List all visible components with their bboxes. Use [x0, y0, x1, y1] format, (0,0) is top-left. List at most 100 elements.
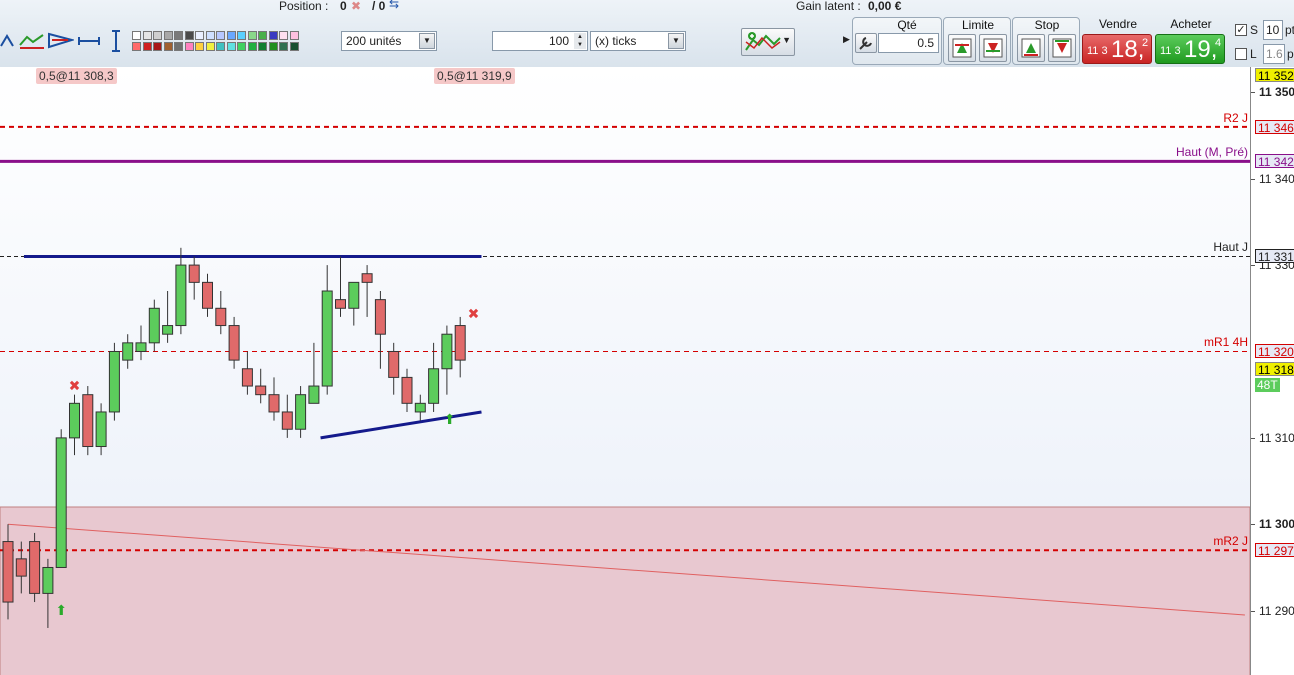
zigzag-tool-icon[interactable] [19, 31, 45, 49]
vertical-measure-icon[interactable] [110, 30, 122, 52]
sell-button[interactable]: 11 3 18, 2 [1082, 34, 1152, 64]
candle [335, 299, 346, 309]
axis-tick [1251, 610, 1255, 612]
candle [15, 558, 27, 577]
axis-tick [1251, 524, 1255, 526]
candle [441, 333, 453, 370]
chevron-down-icon[interactable]: ▼ [419, 33, 435, 49]
axis-tick-label: 11 310 [1259, 430, 1294, 445]
sell-price-sup: 2 [1142, 37, 1149, 49]
indicator-chart-icon [745, 32, 781, 51]
candle [135, 342, 147, 352]
units-select-value: 200 unités [346, 34, 402, 48]
chevron-down-icon[interactable]: ▼ [782, 35, 791, 45]
order-label[interactable]: 0,5@11 308,3 [36, 68, 117, 84]
level-label: R2 J [1223, 110, 1248, 125]
candle [241, 368, 253, 387]
level-label: mR2 J [1213, 534, 1248, 549]
l-unit-label: p [1287, 47, 1294, 61]
candle [321, 290, 333, 387]
units-select[interactable]: 200 unités ▼ [341, 31, 437, 51]
qty-input[interactable]: 0.5 [878, 33, 939, 53]
support-zone [0, 506, 1250, 675]
candle [188, 264, 200, 283]
stop-buy-button[interactable] [1017, 34, 1045, 62]
candle [95, 411, 107, 448]
candle [42, 566, 54, 594]
stop-buy-icon [1021, 38, 1041, 58]
axis-tick-label: 11 340 [1259, 171, 1294, 186]
candle [202, 281, 213, 309]
qty-input-value: 0.5 [917, 36, 934, 50]
candle [122, 342, 134, 361]
price-chart[interactable]: ✖ ✖ ⬆ ⬆ [0, 67, 1250, 675]
stop-panel: Stop [1012, 17, 1080, 65]
axis-tick [1251, 178, 1255, 180]
price-tag: 11 318 [1255, 361, 1294, 377]
panel-toggle-icon[interactable]: ▶ [843, 34, 850, 45]
buy-header: Acheter [1170, 17, 1212, 31]
price-axis[interactable]: 11 350 11 340 11 330 11 310 11 300 11 290 11 3… [1250, 67, 1294, 675]
s-checkbox[interactable]: ✓ [1235, 24, 1247, 36]
buy-button[interactable]: 11 3 19, 4 [1155, 34, 1225, 64]
l-checkbox[interactable] [1235, 48, 1247, 60]
pts-input[interactable]: 10 [1263, 20, 1283, 40]
buy-signal-icon: ⬆ [55, 603, 67, 619]
candle [55, 437, 67, 568]
candle [308, 385, 320, 404]
triangle-tool-icon[interactable] [0, 33, 14, 49]
candle [2, 541, 14, 603]
candle [281, 411, 293, 430]
l-input[interactable]: 1.6 [1263, 44, 1285, 64]
candle [162, 325, 174, 335]
level-price-tag: 11 297 [1255, 543, 1294, 558]
ticks-unit-select[interactable]: (x) ticks ▼ [590, 31, 686, 51]
axis-tick [1251, 437, 1255, 439]
position-value: 0 [340, 0, 347, 13]
candle [175, 264, 187, 327]
axis-tick-label: 11 300 [1259, 517, 1294, 532]
stop-header: Stop [1034, 18, 1060, 32]
limit-buy-button[interactable] [948, 34, 976, 62]
level-price-tag: 11 331 [1255, 249, 1294, 264]
limit-buy-icon [952, 38, 972, 58]
qty-panel: Qté 0.5 [852, 17, 942, 65]
buy-price-sup: 4 [1215, 37, 1222, 49]
candle [454, 325, 466, 361]
buy-price-main: 19, [1184, 36, 1218, 63]
axis-tick [1251, 92, 1255, 94]
indicators-button[interactable]: ▼ [741, 28, 795, 56]
candle [69, 402, 80, 439]
axis-tick-label: 11 350 [1259, 85, 1294, 100]
limit-sell-button[interactable] [979, 34, 1007, 62]
wedge-tool-icon[interactable] [48, 31, 74, 49]
candle [428, 368, 440, 404]
trendline [320, 410, 482, 440]
bar-timer-badge: 48T [1255, 377, 1280, 392]
gain-label: Gain latent : [796, 0, 861, 13]
ticks-stepper-value: 100 [548, 34, 569, 48]
candle [255, 385, 267, 396]
candle [268, 394, 280, 413]
level-label: mR1 4H [1203, 335, 1248, 350]
ticks-unit-value: (x) ticks [595, 34, 637, 48]
wrench-icon [859, 37, 872, 50]
wrench-button[interactable] [855, 33, 877, 53]
reverse-icon[interactable]: ⇆ [389, 0, 399, 11]
candle [215, 307, 227, 327]
candle [108, 350, 120, 413]
sell-signal-icon: ✖ [69, 378, 81, 394]
stop-sell-button[interactable] [1048, 34, 1076, 62]
candle [148, 307, 160, 344]
order-label[interactable]: 0,5@11 319,9 [434, 68, 515, 84]
l-input-value: 1.6 [1266, 47, 1283, 61]
stepper-arrows-icon[interactable]: ▲ ▼ [574, 33, 586, 49]
ticks-stepper[interactable]: 100 ▲ ▼ [492, 31, 588, 51]
chevron-down-icon[interactable]: ▼ [668, 33, 684, 49]
buy-price-prefix: 11 3 [1160, 45, 1181, 57]
horizontal-measure-icon[interactable] [78, 35, 100, 47]
color-palette[interactable] [132, 31, 302, 53]
close-position-icon[interactable]: ✖ [351, 0, 361, 13]
s-label: S [1250, 23, 1259, 37]
limit-header: Limite [961, 18, 994, 32]
